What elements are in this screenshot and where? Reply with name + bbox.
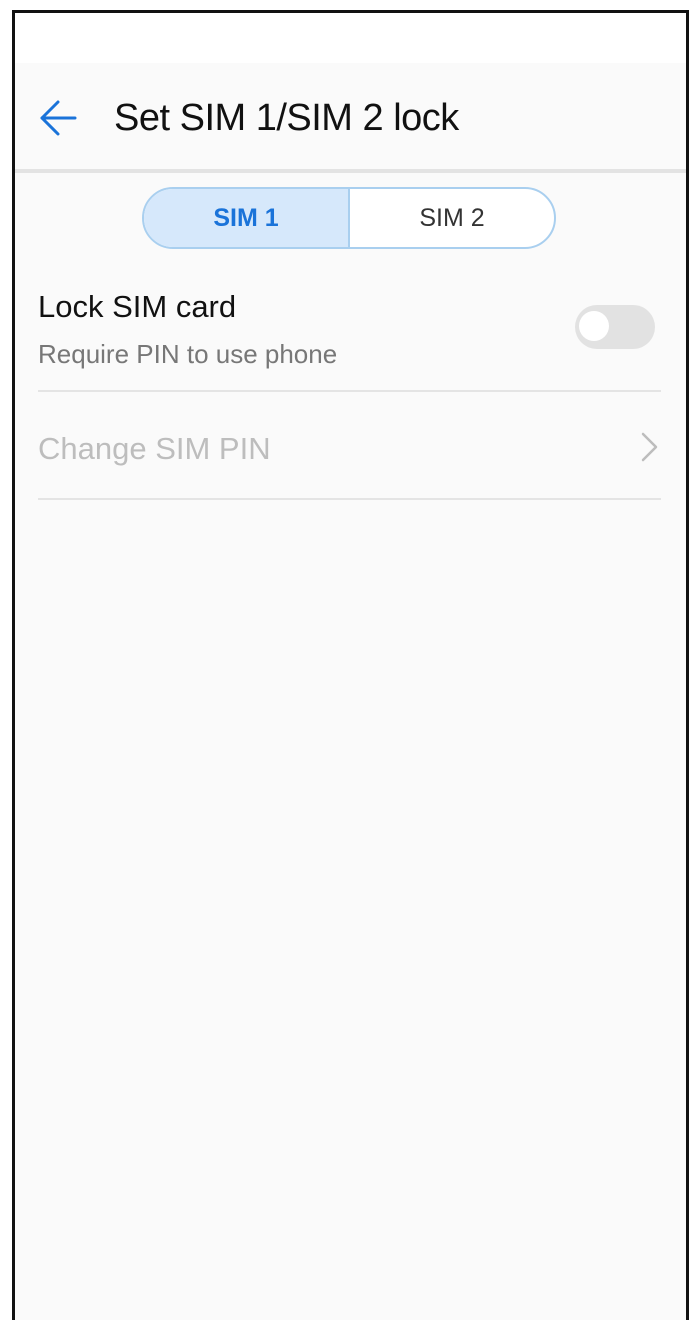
app-bar: Set SIM 1/SIM 2 lock <box>15 63 686 169</box>
sim-tab-selector: SIM 1 SIM 2 <box>142 187 556 249</box>
tab-sim-1[interactable]: SIM 1 <box>144 189 350 247</box>
status-bar <box>15 13 686 63</box>
page-title: Set SIM 1/SIM 2 lock <box>114 97 459 139</box>
lock-sim-card-title: Lock SIM card <box>38 289 237 324</box>
frame-border-right <box>686 10 689 1320</box>
lock-sim-card-toggle[interactable] <box>575 305 655 349</box>
toggle-knob <box>579 311 609 341</box>
lock-sim-card-row[interactable]: Lock SIM card Require PIN to use phone <box>38 283 661 393</box>
chevron-right-icon <box>641 432 658 462</box>
device-frame: Set SIM 1/SIM 2 lock SIM 1 SIM 2 Lock SI… <box>0 0 694 1320</box>
row-divider <box>38 498 661 500</box>
change-sim-pin-row[interactable]: Change SIM PIN <box>38 393 661 497</box>
tab-sim-2[interactable]: SIM 2 <box>350 189 554 247</box>
arrow-left-icon <box>40 100 77 136</box>
app-bar-divider <box>15 169 686 173</box>
row-divider <box>38 390 661 392</box>
back-button[interactable] <box>33 93 83 143</box>
screen: Set SIM 1/SIM 2 lock SIM 1 SIM 2 Lock SI… <box>15 13 686 1320</box>
change-sim-pin-label: Change SIM PIN <box>38 431 271 466</box>
lock-sim-card-subtitle: Require PIN to use phone <box>38 339 338 369</box>
